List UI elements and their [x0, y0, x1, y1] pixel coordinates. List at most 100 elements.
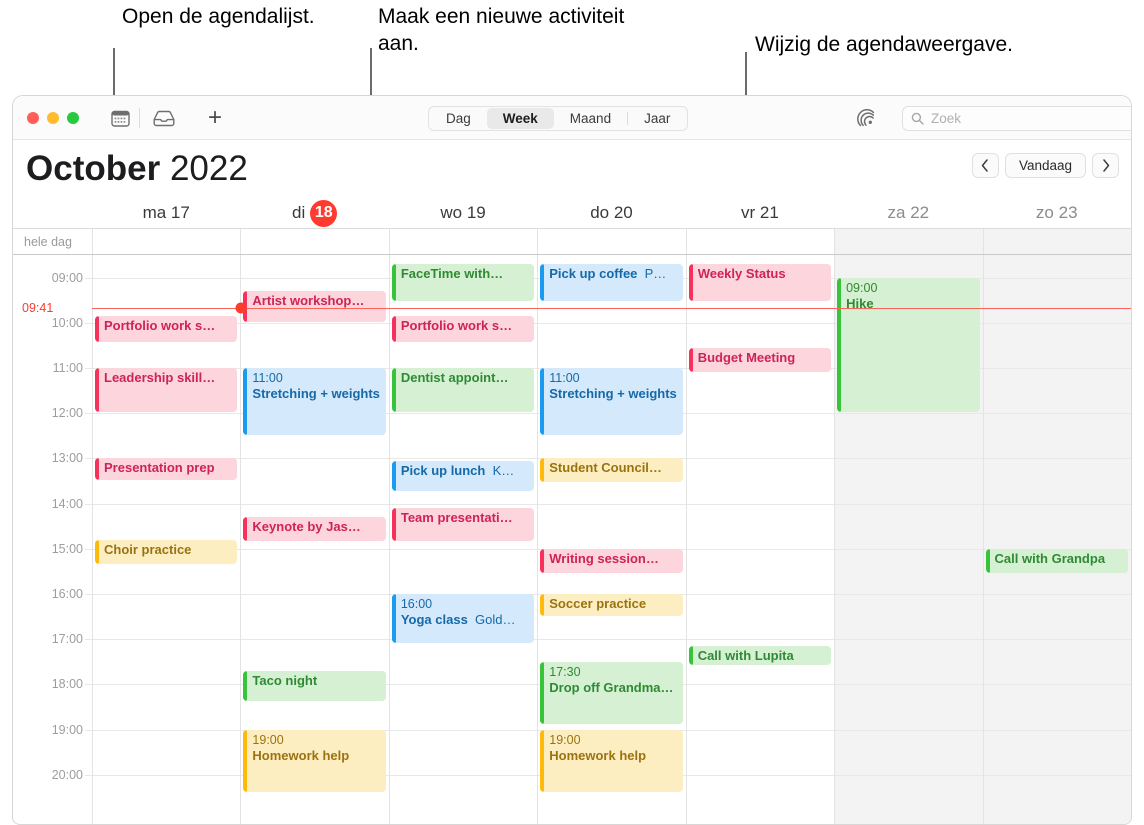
gutter-hour-line [85, 729, 92, 731]
calendar-event[interactable]: 09:00 Hike [837, 277, 980, 413]
calendar-event[interactable]: Pick up lunch K… [391, 460, 535, 492]
calendar-event[interactable]: Budget Meeting [688, 347, 832, 372]
calendar-event[interactable]: Student Council… [540, 458, 683, 483]
all-day-cell-21[interactable] [685, 229, 834, 254]
event-title-text: Pick up lunch [400, 462, 486, 478]
toolbar-divider [139, 108, 140, 128]
search-input[interactable]: Zoek [902, 106, 1131, 131]
calendar-list-button[interactable] [108, 107, 132, 129]
calendar-event[interactable]: Keynote by Jas… [243, 517, 386, 542]
new-event-button[interactable]: + [202, 106, 228, 130]
event-color-bar [243, 517, 248, 542]
event-title: Yoga class Gold… [401, 612, 530, 628]
event-color-bar [540, 548, 545, 573]
event-color-bar [540, 458, 545, 483]
maximize-window-button[interactable] [67, 112, 79, 124]
event-color-bar [540, 264, 545, 302]
hour-line [835, 503, 983, 505]
minimize-window-button[interactable] [47, 112, 59, 124]
calendar-event[interactable]: Writing session… [540, 548, 683, 573]
calendar-event[interactable]: Presentation prep [95, 458, 238, 480]
weekday-label: di [292, 203, 306, 222]
day-header-za-22[interactable]: za 22 [834, 198, 982, 228]
calendar-event[interactable]: Dentist appoint… [391, 368, 535, 413]
hour-line [93, 684, 241, 686]
day-header-zo-23[interactable]: zo 23 [983, 198, 1131, 228]
calendar-event[interactable]: 19:00 Homework help [540, 729, 683, 792]
calendar-event[interactable]: 11:00 Stretching + weights [540, 368, 683, 435]
view-tab-jaar[interactable]: Jaar [628, 108, 686, 129]
event-location: K… [492, 462, 515, 478]
time-label-1500: 15:00 [51, 541, 83, 556]
day-header-wo-19[interactable]: wo 19 [389, 198, 537, 228]
week-grid[interactable]: 09:00 10:00 11:00 12:00 13:00 14:00 15:00 16:00… [13, 255, 1131, 824]
calendar-event[interactable]: Weekly Status [688, 264, 832, 302]
calendar-event[interactable]: Call with Lupita [688, 645, 832, 666]
all-day-cell-22[interactable] [834, 229, 983, 254]
today-button[interactable]: Vandaag [1004, 153, 1086, 178]
hour-line [389, 684, 538, 686]
day-column-ma-17[interactable]: Portfolio work s… Leadership skill… Presen… [92, 255, 241, 824]
calendar-event[interactable]: 17:30 Drop off Grandma… [540, 661, 683, 725]
day-column-do-20[interactable]: Pick up coffee P… 11:00 Stretching + weigh… [537, 255, 686, 824]
event-title-text: Homework help [252, 747, 350, 763]
day-header-ma-17[interactable]: ma 17 [92, 198, 240, 228]
day-header-vr-21[interactable]: vr 21 [686, 198, 834, 228]
all-day-cell-19[interactable] [388, 229, 537, 254]
calendar-event[interactable]: FaceTime with… [391, 264, 535, 302]
calendar-event[interactable]: Soccer practice [540, 594, 683, 616]
calendar-event[interactable]: Portfolio work s… [391, 316, 535, 343]
calendar-event[interactable]: 16:00 Yoga class Gold… [391, 594, 535, 643]
day-column-za-22[interactable]: 09:00 Hike [834, 255, 983, 824]
calendar-event[interactable]: 19:00 Homework help [243, 729, 386, 792]
event-time: 11:00 [252, 371, 283, 385]
calendar-event[interactable]: Pick up coffee P… [540, 264, 683, 302]
event-title: Weekly Status [698, 266, 827, 282]
view-tab-maand[interactable]: Maand [554, 108, 627, 129]
calendar-event[interactable]: 11:00 Stretching + weights [243, 368, 386, 435]
day-column-wo-19[interactable]: FaceTime with… Portfolio work s… Dentist a… [388, 255, 538, 824]
gutter-hour-line [85, 458, 92, 460]
next-week-button[interactable] [1092, 153, 1119, 178]
view-tab-week[interactable]: Week [486, 108, 554, 129]
share-location-button[interactable] [856, 108, 878, 130]
all-day-cell-18[interactable] [240, 229, 388, 254]
day-header-gutter [13, 198, 92, 228]
event-title: Stretching + weights [252, 386, 381, 402]
view-tab-dag[interactable]: Dag [430, 108, 487, 129]
day-header-di-18[interactable]: di 18 [240, 198, 388, 228]
hour-line [686, 774, 835, 776]
day-header-do-20[interactable]: do 20 [537, 198, 685, 228]
all-day-cell-23[interactable] [982, 229, 1131, 254]
hour-line [686, 639, 835, 641]
day-column-vr-21[interactable]: Weekly Status Budget Meeting Call with Lup… [685, 255, 835, 824]
calendar-event[interactable]: Choir practice [95, 539, 238, 564]
calendar-event[interactable]: Artist workshop… [243, 291, 386, 322]
event-color-bar [540, 594, 545, 616]
calendar-event[interactable]: Portfolio work s… [95, 316, 238, 343]
inbox-button[interactable] [151, 107, 177, 129]
day-column-di-18[interactable]: Artist workshop… 11:00 Stretching + weight… [240, 255, 389, 824]
calendar-event[interactable]: Leadership skill… [95, 368, 238, 413]
calendar-event[interactable]: Call with Grandpa [985, 548, 1128, 573]
event-location: Gold… [475, 612, 516, 627]
hour-line [93, 594, 241, 595]
callout-change-view: Wijzig de agendaweergave. [755, 33, 1013, 56]
event-title: Team presentati… [401, 510, 530, 526]
all-day-cell-17[interactable] [92, 229, 240, 254]
hour-line [389, 413, 538, 415]
day-column-zo-23[interactable]: Call with Grandpa [982, 255, 1131, 824]
hour-line [983, 277, 1131, 279]
calendar-view-segmented-control[interactable]: Dag Week Maand Jaar [428, 106, 689, 131]
event-title: Dentist appoint… [401, 370, 530, 386]
close-window-button[interactable] [27, 112, 39, 124]
previous-week-button[interactable] [971, 153, 999, 178]
hour-line [686, 548, 835, 550]
all-day-cell-20[interactable] [537, 229, 685, 254]
calendar-event[interactable]: Team presentati… [391, 508, 535, 541]
search-placeholder-text: Zoek [931, 111, 962, 126]
calendar-event[interactable]: Taco night [243, 670, 386, 702]
event-title-text: Presentation prep [104, 460, 215, 476]
hour-line [835, 594, 983, 595]
event-title-text: Pick up coffee [549, 266, 638, 282]
